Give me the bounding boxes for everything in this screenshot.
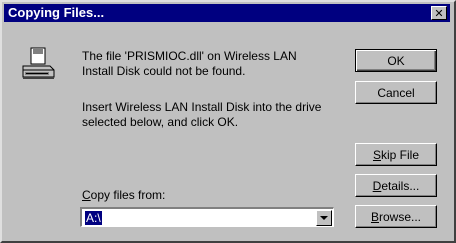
browse-rest: rowse... [379, 209, 422, 224]
skip-file-accel: S [372, 147, 381, 162]
message-insert-disk: Insert Wireless LAN Install Disk into th… [82, 100, 322, 129]
disk-drive-icon [22, 47, 55, 79]
copy-files-from-value[interactable]: A:\ [85, 211, 102, 225]
ok-button-label: OK [387, 53, 405, 68]
message-file-not-found: The file 'PRISMIOC.dll' on Wireless LAN … [82, 49, 297, 78]
copy-from-accel: C [82, 188, 91, 202]
browse-accel: B [370, 209, 379, 224]
copy-files-from-label: Copy files from: [82, 188, 165, 202]
title-bar[interactable]: Copying Files... ✕ [4, 4, 450, 22]
copying-files-dialog: Copying Files... ✕ The file 'PRISMIOC.dl… [0, 0, 456, 243]
close-icon: ✕ [434, 6, 444, 20]
skip-file-label: Skip File [373, 148, 419, 162]
skip-file-rest: kip File [381, 147, 420, 162]
cancel-button[interactable]: Cancel [355, 81, 437, 104]
details-button[interactable]: Details... [355, 174, 437, 197]
chevron-down-icon[interactable] [316, 210, 332, 226]
window-title: Copying Files... [8, 5, 105, 20]
copy-files-from-combobox[interactable]: A:\ [80, 207, 334, 227]
details-rest: etails... [381, 178, 420, 193]
details-label: Details... [373, 179, 420, 193]
copy-from-rest: opy files from: [90, 188, 166, 202]
browse-label: Browse... [371, 210, 421, 224]
skip-file-button[interactable]: Skip File [355, 143, 437, 166]
ok-button[interactable]: OK [355, 49, 437, 72]
cancel-button-label: Cancel [377, 85, 415, 100]
browse-button[interactable]: Browse... [355, 205, 437, 228]
close-button[interactable]: ✕ [431, 6, 447, 20]
